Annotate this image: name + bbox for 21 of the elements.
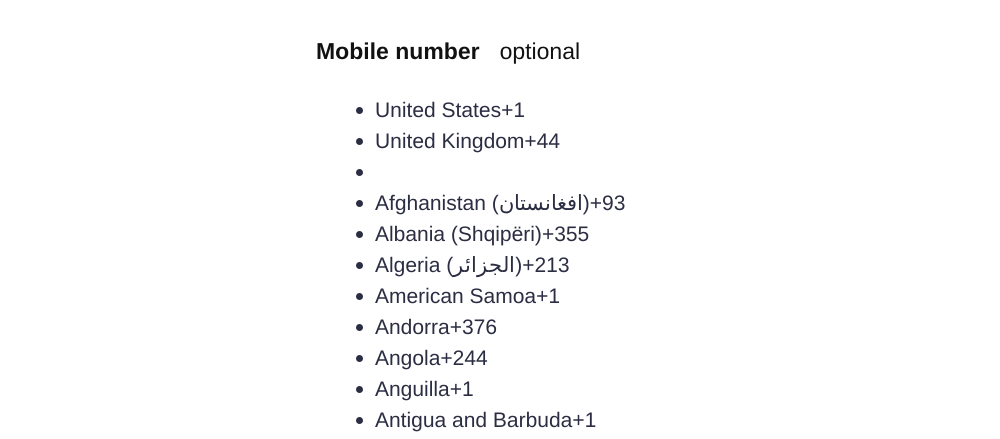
- country-option[interactable]: Antigua and Barbuda+1: [375, 408, 596, 432]
- country-option[interactable]: United Kingdom+44: [375, 130, 560, 154]
- bullet-icon: [356, 355, 363, 362]
- country-option[interactable]: Albania (Shqipëri)+355: [375, 222, 590, 246]
- country-option[interactable]: Andorra+376: [375, 316, 498, 340]
- country-option[interactable]: Anguilla+1: [375, 378, 474, 402]
- country-option[interactable]: Angola+244: [375, 346, 488, 370]
- bullet-icon: [356, 231, 363, 238]
- field-label: Mobile number: [316, 38, 480, 65]
- bullet-icon: [356, 169, 363, 176]
- bullet-icon: [356, 386, 363, 393]
- bullet-icon: [356, 417, 363, 424]
- bullet-icon: [356, 200, 363, 207]
- country-option[interactable]: United States+1: [375, 98, 526, 122]
- bullet-icon: [356, 138, 363, 145]
- bullet-icon: [356, 293, 363, 300]
- optional-hint: optional: [500, 38, 580, 65]
- bullet-icon: [356, 324, 363, 331]
- country-option[interactable]: American Samoa+1: [375, 284, 560, 308]
- bullet-icon: [356, 107, 363, 114]
- bullet-icon: [356, 262, 363, 269]
